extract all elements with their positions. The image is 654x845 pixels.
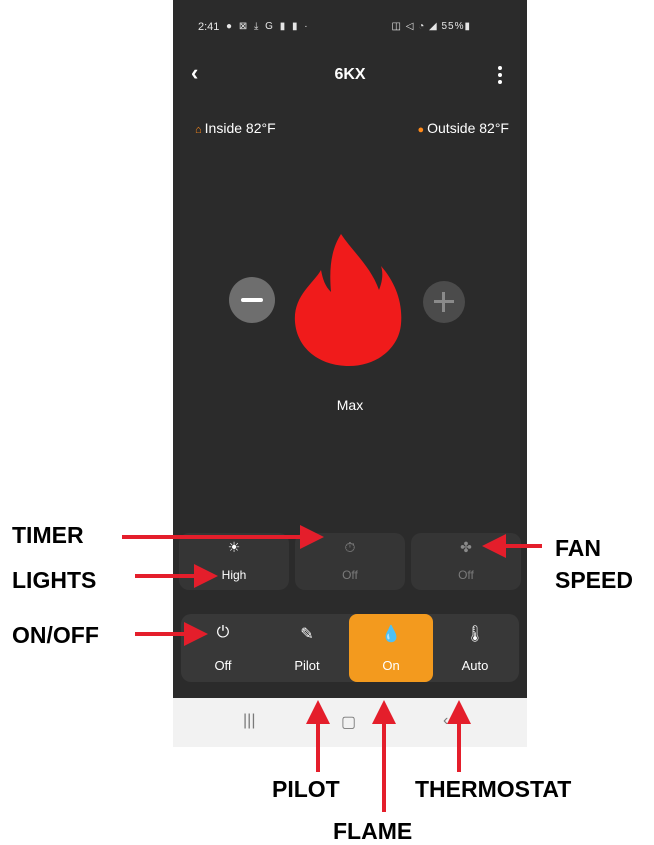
timer-icon: ⏱ [344, 539, 356, 555]
flame-on-button[interactable]: 💧 On [349, 614, 433, 682]
increase-flame-button[interactable] [423, 281, 465, 323]
thermostat-button[interactable]: 🌡 Auto [433, 614, 517, 682]
thermometer-icon: 🌡 [464, 626, 486, 643]
fan-button[interactable]: ✤ Off [411, 533, 521, 590]
annotation-fan: FAN [555, 535, 601, 561]
recent-apps-icon[interactable]: ||| [243, 712, 255, 730]
outside-temp-label: Outside 82°F [427, 120, 509, 136]
inside-temp-label: Inside 82°F [204, 120, 276, 136]
annotation-onoff: ON/OFF [12, 622, 99, 648]
annotation-flame: FLAME [333, 818, 413, 844]
annotation-speed: SPEED [555, 567, 633, 593]
lights-button[interactable]: ☀ High [179, 533, 289, 590]
more-vertical-icon[interactable] [497, 66, 503, 86]
settings-row: ☀ High ⏱ Off ✤ Off [179, 533, 521, 590]
droplet-icon: 💧 [381, 626, 401, 643]
annotation-timer: TIMER [12, 522, 84, 548]
pilot-icon: ✎ [300, 626, 314, 643]
page-title: 6KX [334, 66, 366, 83]
android-nav-bar: ||| ▢ ‹ [173, 698, 527, 747]
status-bar: 2:41 ● ⊠ ⤓ G ▮ ▮ · ◫ ◁ ◔ ◢ 55%▮ [173, 18, 527, 38]
power-label: Off [214, 658, 232, 673]
outside-temp: ● Outside 82°F [417, 120, 509, 136]
temperature-readouts: ⌂ Inside 82°F ● Outside 82°F [173, 120, 527, 140]
power-button[interactable]: ⏻ Off [181, 614, 265, 682]
sun-icon: ● [417, 124, 425, 136]
back-nav-icon[interactable]: ‹ [443, 712, 448, 730]
annotation-thermostat: THERMOSTAT [415, 776, 572, 802]
timer-label: Off [342, 568, 358, 582]
decrease-flame-button[interactable] [229, 277, 275, 323]
fan-label: Off [458, 568, 474, 582]
flame-icon [294, 234, 402, 366]
status-time: 2:41 [198, 21, 220, 33]
light-bulb-icon: ☀ [227, 539, 241, 555]
mode-row: ⏻ Off ✎ Pilot 💧 On 🌡 Auto [181, 614, 519, 682]
pilot-label: Pilot [294, 658, 320, 673]
home-icon: ⌂ [195, 124, 202, 136]
status-system-icons: ◫ ◁ ◔ ◢ 55%▮ [391, 21, 471, 32]
status-notification-icons: ● ⊠ ⤓ G ▮ ▮ · [226, 21, 310, 32]
timer-button[interactable]: ⏱ Off [295, 533, 405, 590]
thermostat-label: Auto [461, 658, 489, 673]
flame-level-label: Max [336, 397, 364, 413]
fan-icon: ✤ [460, 539, 472, 555]
lights-label: High [221, 568, 247, 582]
flame-on-label: On [382, 658, 400, 673]
top-bar: ‹ 6KX [173, 60, 527, 90]
annotation-pilot: PILOT [272, 776, 340, 802]
annotation-lights: LIGHTS [12, 567, 97, 593]
power-icon: ⏻ [216, 624, 230, 641]
phone-screen: 2:41 ● ⊠ ⤓ G ▮ ▮ · ◫ ◁ ◔ ◢ 55%▮ ‹ 6KX ⌂ I… [173, 0, 527, 747]
inside-temp: ⌂ Inside 82°F [195, 120, 276, 136]
pilot-button[interactable]: ✎ Pilot [265, 614, 349, 682]
home-nav-icon[interactable]: ▢ [341, 712, 356, 732]
